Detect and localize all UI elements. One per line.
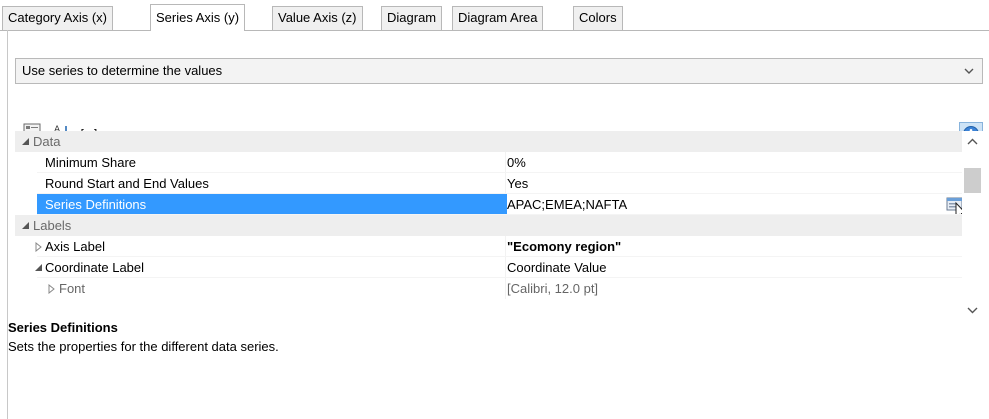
tab-diagram-area[interactable]: Diagram Area [452, 6, 544, 30]
category-label: Labels [33, 218, 72, 233]
scroll-up-icon[interactable] [967, 138, 978, 146]
property-name: Font [59, 281, 86, 296]
expanded-triangle-icon [22, 138, 29, 145]
property-name: Axis Label [45, 239, 105, 254]
property-value[interactable]: [Calibri, 12.0 pt] [507, 278, 598, 299]
category-row-labels[interactable]: Labels [15, 215, 962, 236]
column-separator [505, 173, 506, 194]
property-name: Round Start and End Values [45, 176, 209, 191]
property-value[interactable]: APAC;EMEA;NAFTA [507, 194, 627, 215]
value-source-select[interactable]: Use series to determine the values [15, 58, 983, 84]
scroll-down-icon[interactable] [967, 306, 978, 314]
property-name: Coordinate Label [45, 260, 145, 275]
column-separator [505, 257, 506, 278]
expanded-triangle-icon[interactable] [34, 263, 44, 273]
category-label: Data [33, 134, 61, 149]
scrollbar-thumb[interactable] [964, 168, 981, 193]
tab-colors[interactable]: Colors [573, 6, 623, 30]
property-value[interactable]: Coordinate Value [507, 257, 607, 278]
value-source-selected: Use series to determine the values [22, 63, 223, 78]
property-value[interactable]: "Ecomony region" [507, 236, 621, 257]
property-grid: Data Minimum Share 0% Round Start and En… [15, 131, 983, 318]
property-row-round-start-end[interactable]: Round Start and End Values Yes [15, 173, 962, 194]
expanded-triangle-icon [22, 222, 29, 229]
collapsed-triangle-icon[interactable] [47, 284, 57, 294]
column-separator [505, 236, 506, 257]
property-row-series-definitions[interactable]: Series Definitions APAC;EMEA;NAFTA [15, 194, 968, 222]
property-name: Series Definitions [45, 197, 147, 212]
property-row-minimum-share[interactable]: Minimum Share 0% [15, 152, 962, 173]
collapsed-triangle-icon[interactable] [34, 242, 44, 252]
vertical-scrollbar[interactable] [962, 131, 983, 318]
description-title: Series Definitions [8, 320, 118, 335]
property-value[interactable]: 0% [507, 152, 526, 173]
category-row-data[interactable]: Data [15, 131, 962, 152]
property-name: Minimum Share [45, 155, 137, 170]
chevron-down-icon [964, 68, 974, 74]
column-separator [505, 152, 506, 173]
tab-value-axis[interactable]: Value Axis (z) [272, 6, 363, 30]
column-separator [505, 278, 506, 299]
tab-category-axis[interactable]: Category Axis (x) [2, 6, 113, 30]
property-row-font[interactable]: Font [Calibri, 12.0 pt] [15, 278, 962, 299]
description-pane: Series Definitions Sets the properties f… [8, 320, 983, 419]
tab-bar: Category Axis (x) Series Axis (y) Value … [0, 0, 989, 31]
tab-diagram[interactable]: Diagram [381, 6, 443, 30]
property-value[interactable]: Yes [507, 173, 528, 194]
tab-series-axis[interactable]: Series Axis (y) [150, 4, 246, 31]
description-text: Sets the properties for the different da… [8, 339, 279, 354]
property-row-axis-label[interactable]: Axis Label "Ecomony region" [15, 236, 962, 257]
property-row-coordinate-label[interactable]: Coordinate Label Coordinate Value [15, 257, 962, 278]
